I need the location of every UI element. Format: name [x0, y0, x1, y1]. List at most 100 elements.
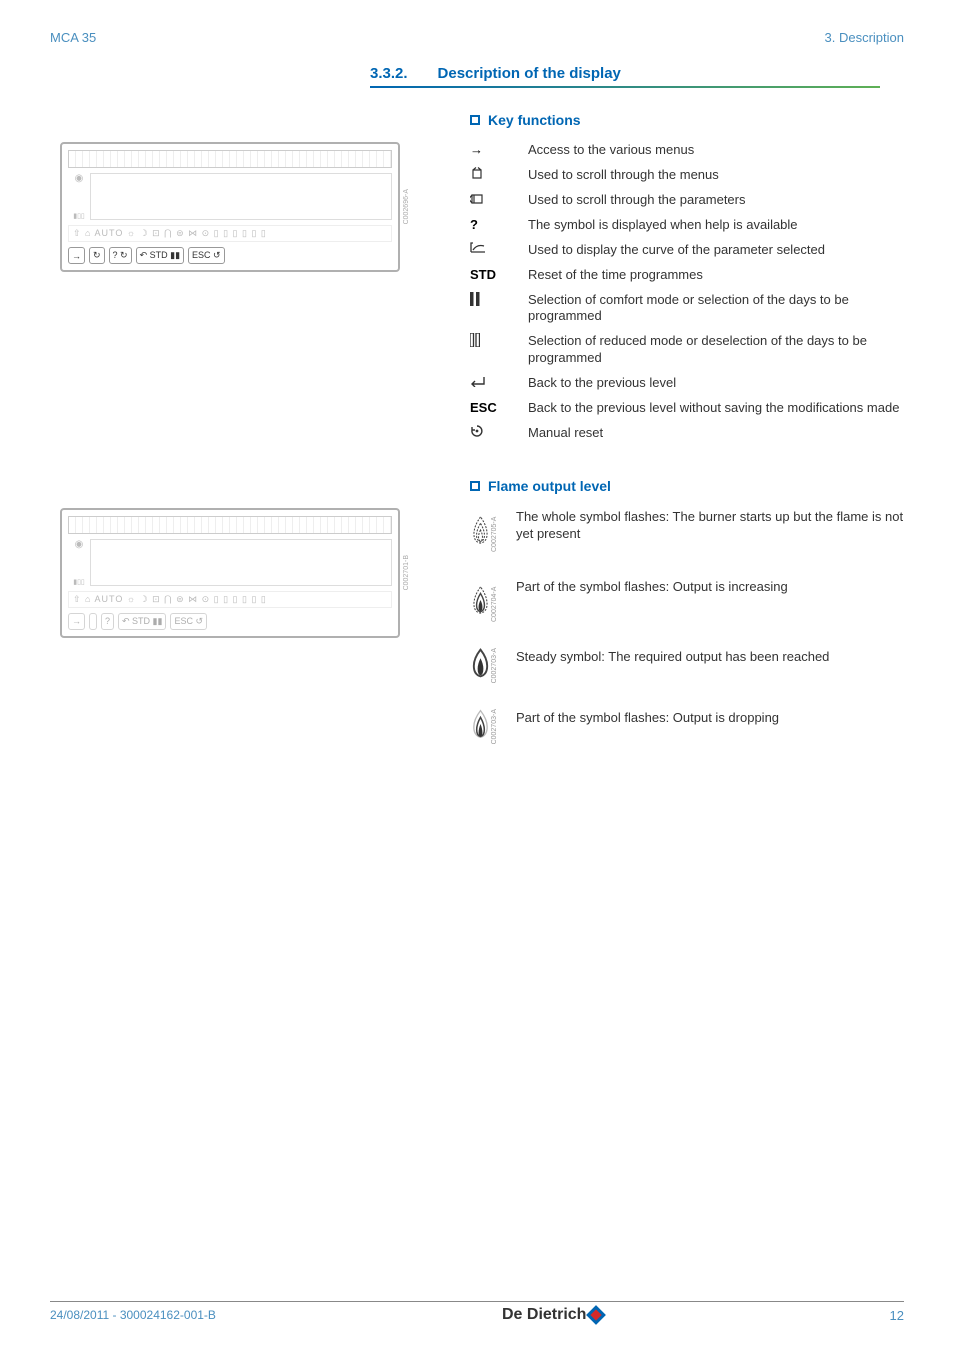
key-symbol	[470, 425, 506, 440]
page-footer: 24/08/2011 - 300024162-001-B De Dietrich…	[50, 1301, 904, 1324]
key-desc: Used to scroll through the parameters	[528, 192, 910, 209]
diagram-scale	[68, 150, 392, 168]
key-row: Manual reset	[470, 425, 910, 442]
flame-descriptions: C002705-A The whole symbol flashes: The …	[470, 508, 910, 745]
key-desc: Back to the previous level	[528, 375, 910, 392]
flame-row: C002705-A The whole symbol flashes: The …	[470, 508, 910, 552]
key-row: Back to the previous level	[470, 375, 910, 392]
diagram-mid: ◉▮▯▯	[68, 173, 392, 220]
manual-reset-icon	[470, 425, 486, 437]
diagram-key: →	[68, 247, 85, 264]
key-desc: Manual reset	[528, 425, 910, 442]
key-symbol: →	[470, 142, 506, 157]
comfort-mode-icon	[470, 292, 480, 306]
flame-row: C002703-A Part of the symbol flashes: Ou…	[470, 709, 910, 744]
key-symbol: ESC	[470, 400, 506, 415]
flame-desc: Steady symbol: The required output has b…	[516, 648, 910, 666]
diagram-scale	[68, 516, 392, 534]
flame-code: C002705-A	[491, 508, 498, 552]
curve-icon	[470, 242, 486, 254]
key-desc: Access to the various menus	[528, 142, 910, 159]
key-row: → Access to the various menus	[470, 142, 910, 159]
key-row: Used to scroll through the menus	[470, 167, 910, 184]
key-symbol	[470, 242, 506, 257]
flame-increasing-icon: C002704-A	[470, 578, 498, 622]
control-panel-diagram-2: ◉▮▯▯ ⇧ ⌂ AUTO ☼ ☽ ⊡ ⋂ ⊜ ⋈ ⊙ ▯ ▯ ▯ ▯ ▯ ▯ …	[60, 508, 410, 638]
footer-date-doc: 24/08/2011 - 300024162-001-B	[50, 1308, 216, 1322]
back-icon	[470, 375, 486, 387]
section-number: 3.3.2.	[370, 65, 408, 82]
key-symbol	[470, 375, 506, 390]
subheading-flame-output: Flame output level	[470, 478, 904, 494]
brand-diamond-icon	[587, 1305, 607, 1325]
section-underline	[370, 86, 880, 88]
doc-model: MCA 35	[50, 30, 96, 45]
key-symbol	[470, 292, 506, 309]
diagram-body: ◉▮▯▯ ⇧ ⌂ AUTO ☼ ☽ ⊡ ⋂ ⊜ ⋈ ⊙ ▯ ▯ ▯ ▯ ▯ ▯ …	[60, 508, 400, 638]
bullet-square-icon	[470, 481, 480, 491]
flame-output-section: Flame output level ◉▮▯▯ ⇧ ⌂ AUTO ☼ ☽ ⊡ ⋂…	[50, 478, 904, 745]
subheading-text: Flame output level	[488, 478, 611, 494]
flame-code: C002703-A	[491, 709, 498, 744]
diagram-keys-row: → ? ↶ STD ▮▮ ESC ↺	[68, 613, 392, 630]
scroll-params-icon	[470, 192, 484, 206]
diagram-key: ? ↻	[109, 247, 132, 264]
key-row: STD Reset of the time programmes	[470, 267, 910, 284]
subheading-key-functions: Key functions	[470, 112, 904, 128]
diagram-key: ↶ STD ▮▮	[118, 613, 166, 630]
key-desc: Used to display the curve of the paramet…	[528, 242, 910, 259]
key-desc: Selection of comfort mode or selection o…	[528, 292, 910, 326]
flame-desc: Part of the symbol flashes: Output is in…	[516, 578, 910, 596]
key-functions-table: → Access to the various menus Used to scr…	[470, 142, 910, 442]
flame-steady-icon: C002703-A	[470, 648, 498, 683]
flame-desc: Part of the symbol flashes: Output is dr…	[516, 709, 910, 727]
section-heading: 3.3.2. Description of the display	[370, 65, 904, 82]
flame-code: C002704-A	[491, 578, 498, 622]
key-row: ESC Back to the previous level without sa…	[470, 400, 910, 417]
key-desc: Selection of reduced mode or deselection…	[528, 333, 910, 367]
reduced-mode-icon	[470, 333, 480, 347]
diagram-key: ↶ STD ▮▮	[136, 247, 184, 264]
flame-code: C002703-A	[491, 648, 498, 683]
page-number: 12	[890, 1308, 904, 1323]
key-desc: Back to the previous level without savin…	[528, 400, 910, 417]
key-row: ?The symbol is displayed when help is av…	[470, 217, 910, 234]
diagram-screen	[90, 173, 392, 220]
doc-section: 3. Description	[825, 30, 904, 45]
diagram-left-icons: ◉▮▯▯	[68, 173, 90, 220]
key-symbol	[470, 333, 506, 350]
diagram-key: ?	[101, 613, 114, 630]
key-row: Used to display the curve of the paramet…	[470, 242, 910, 259]
diagram-keys-row: → ↻ ? ↻ ↶ STD ▮▮ ESC ↺	[68, 247, 392, 264]
flame-row: C002704-A Part of the symbol flashes: Ou…	[470, 578, 910, 622]
diagram-icon-row: ⇧ ⌂ AUTO ☼ ☽ ⊡ ⋂ ⊜ ⋈ ⊙ ▯ ▯ ▯ ▯ ▯ ▯	[68, 591, 392, 608]
flame-dropping-icon: C002703-A	[470, 709, 498, 744]
brand-logo: De Dietrich	[502, 1306, 603, 1324]
top-bar: MCA 35 3. Description	[50, 30, 904, 45]
diagram-icon-row: ⇧ ⌂ AUTO ☼ ☽ ⊡ ⋂ ⊜ ⋈ ⊙ ▯ ▯ ▯ ▯ ▯ ▯	[68, 225, 392, 242]
diagram-key: ESC ↺	[188, 247, 225, 264]
diagram-code: C002696-A	[403, 189, 410, 224]
diagram-left-icons: ◉▮▯▯	[68, 539, 90, 586]
key-symbol	[470, 167, 506, 184]
diagram-body: ◉▮▯▯ ⇧ ⌂ AUTO ☼ ☽ ⊡ ⋂ ⊜ ⋈ ⊙ ▯ ▯ ▯ ▯ ▯ ▯ …	[60, 142, 400, 272]
subheading-text: Key functions	[488, 112, 581, 128]
scroll-menu-icon	[470, 167, 484, 181]
key-symbol	[470, 192, 506, 209]
key-desc: Used to scroll through the menus	[528, 167, 910, 184]
bullet-square-icon	[470, 115, 480, 125]
diagram-key: ESC ↺	[170, 613, 207, 630]
control-panel-diagram-1: ◉▮▯▯ ⇧ ⌂ AUTO ☼ ☽ ⊡ ⋂ ⊜ ⋈ ⊙ ▯ ▯ ▯ ▯ ▯ ▯ …	[60, 142, 410, 272]
key-row: Selection of comfort mode or selection o…	[470, 292, 910, 326]
diagram-code: C002701-B	[403, 555, 410, 590]
section-title: Description of the display	[438, 65, 621, 82]
key-row: Used to scroll through the parameters	[470, 192, 910, 209]
key-desc: Reset of the time programmes	[528, 267, 910, 284]
diagram-mid: ◉▮▯▯	[68, 539, 392, 586]
key-symbol: ?	[470, 217, 506, 232]
key-symbol: STD	[470, 267, 506, 282]
flame-whole-flash-icon: C002705-A	[470, 508, 498, 552]
flame-desc: The whole symbol flashes: The burner sta…	[516, 508, 910, 543]
diagram-key	[89, 613, 97, 630]
brand-text: De Dietrich	[502, 1306, 586, 1324]
